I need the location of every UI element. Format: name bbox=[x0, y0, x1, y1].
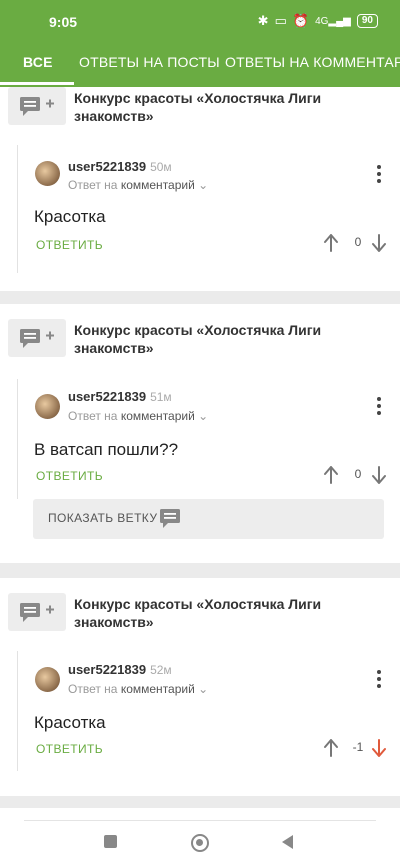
comment-text: Красотка bbox=[34, 713, 106, 732]
vote-score: 0 bbox=[354, 235, 362, 249]
reply-to-link[interactable]: Ответ на комментарий ⌄ bbox=[68, 178, 208, 192]
home-icon[interactable] bbox=[191, 834, 209, 852]
reply-to-link[interactable]: Ответ на комментарий ⌄ bbox=[68, 409, 208, 423]
add-comment-icon bbox=[8, 87, 66, 125]
avatar[interactable] bbox=[35, 161, 60, 186]
system-nav-bar bbox=[0, 820, 400, 867]
vibrate-icon: ▭ bbox=[274, 13, 287, 28]
upvote-icon[interactable] bbox=[323, 465, 339, 485]
post-title[interactable]: Конкурс красоты «Холостячка Лиги знакомс… bbox=[74, 595, 364, 631]
notification-card bbox=[0, 808, 400, 820]
status-bar: 9:05 ✱ ▭ ⏰ 4G▂▄▆ 90 bbox=[0, 0, 400, 46]
battery-level: 90 bbox=[361, 15, 373, 26]
tab-comment-replies[interactable]: ОТВЕТЫ НА КОММЕНТАРИИ bbox=[225, 54, 400, 70]
status-icons: ✱ ▭ ⏰ 4G▂▄▆ 90 bbox=[258, 13, 378, 29]
alarm-icon: ⏰ bbox=[292, 13, 310, 28]
comment-thread-icon bbox=[160, 509, 180, 528]
downvote-icon[interactable] bbox=[371, 233, 387, 253]
downvote-icon[interactable] bbox=[371, 738, 387, 758]
chevron-down-icon: ⌄ bbox=[198, 682, 209, 696]
notification-card: Конкурс красоты «Холостячка Лиги знакомс… bbox=[0, 578, 400, 796]
comment-username[interactable]: user5221839 50м bbox=[68, 159, 172, 174]
comment: user5221839 52м Ответ на комментарий ⌄ Кр… bbox=[17, 651, 387, 771]
post-title[interactable]: Конкурс красоты «Холостячка Лиги знакомс… bbox=[74, 89, 364, 125]
battery-icon: 90 bbox=[356, 14, 378, 28]
vote-score: -1 bbox=[352, 740, 364, 754]
post-header[interactable]: Конкурс красоты «Холостячка Лиги знакомс… bbox=[8, 319, 388, 359]
status-time: 9:05 bbox=[49, 14, 78, 30]
notification-card: Конкурс красоты «Холостячка Лиги знакомс… bbox=[0, 304, 400, 563]
comment-age: 51м bbox=[150, 390, 172, 404]
back-icon[interactable] bbox=[282, 835, 293, 849]
comment: user5221839 50м Ответ на комментарий ⌄ Кр… bbox=[17, 145, 387, 273]
upvote-icon[interactable] bbox=[323, 738, 339, 758]
comment-username[interactable]: user5221839 52м bbox=[68, 662, 172, 677]
vote-score: 0 bbox=[354, 467, 362, 481]
more-options-icon[interactable] bbox=[373, 397, 385, 415]
comment-age: 50м bbox=[150, 160, 172, 174]
divider bbox=[24, 820, 376, 821]
vote-controls: 0 bbox=[323, 233, 389, 253]
post-header[interactable]: Конкурс красоты «Холостячка Лиги знакомс… bbox=[8, 87, 388, 127]
reply-to-link[interactable]: Ответ на комментарий ⌄ bbox=[68, 682, 208, 696]
chevron-down-icon: ⌄ bbox=[198, 409, 209, 423]
app-header: 9:05 ✱ ▭ ⏰ 4G▂▄▆ 90 ВСЕ ОТВЕТЫ НА ПОСТЫ … bbox=[0, 0, 400, 87]
comment-age: 52м bbox=[150, 663, 172, 677]
bluetooth-icon: ✱ bbox=[257, 13, 269, 28]
comment: user5221839 51м Ответ на комментарий ⌄ В … bbox=[17, 379, 387, 499]
recents-icon[interactable] bbox=[104, 835, 117, 848]
tab-bar: ВСЕ ОТВЕТЫ НА ПОСТЫ ОТВЕТЫ НА КОММЕНТАРИ… bbox=[0, 46, 400, 87]
reply-button[interactable]: ОТВЕТИТЬ bbox=[36, 742, 103, 756]
add-comment-icon bbox=[8, 319, 66, 357]
signal-icon: 4G▂▄▆ bbox=[315, 15, 351, 27]
vote-controls: -1 bbox=[323, 738, 389, 758]
downvote-icon[interactable] bbox=[371, 465, 387, 485]
add-comment-icon bbox=[8, 593, 66, 631]
notification-card: Конкурс красоты «Холостячка Лиги знакомс… bbox=[0, 87, 400, 291]
more-options-icon[interactable] bbox=[373, 670, 385, 688]
active-tab-indicator bbox=[0, 82, 74, 85]
chevron-down-icon: ⌄ bbox=[198, 178, 209, 192]
upvote-icon[interactable] bbox=[323, 233, 339, 253]
show-thread-button[interactable]: ПОКАЗАТЬ ВЕТКУ bbox=[33, 499, 384, 539]
post-title[interactable]: Конкурс красоты «Холостячка Лиги знакомс… bbox=[74, 321, 364, 357]
comment-text: В ватсап пошли?? bbox=[34, 440, 179, 459]
post-header[interactable]: Конкурс красоты «Холостячка Лиги знакомс… bbox=[8, 593, 388, 633]
avatar[interactable] bbox=[35, 394, 60, 419]
more-options-icon[interactable] bbox=[373, 165, 385, 183]
show-thread-label: ПОКАЗАТЬ ВЕТКУ bbox=[48, 511, 158, 525]
vote-controls: 0 bbox=[323, 465, 389, 485]
tab-post-replies[interactable]: ОТВЕТЫ НА ПОСТЫ bbox=[79, 54, 220, 70]
avatar[interactable] bbox=[35, 667, 60, 692]
reply-button[interactable]: ОТВЕТИТЬ bbox=[36, 469, 103, 483]
comment-username[interactable]: user5221839 51м bbox=[68, 389, 172, 404]
reply-button[interactable]: ОТВЕТИТЬ bbox=[36, 238, 103, 252]
tab-all[interactable]: ВСЕ bbox=[23, 54, 53, 70]
comment-text: Красотка bbox=[34, 207, 106, 226]
